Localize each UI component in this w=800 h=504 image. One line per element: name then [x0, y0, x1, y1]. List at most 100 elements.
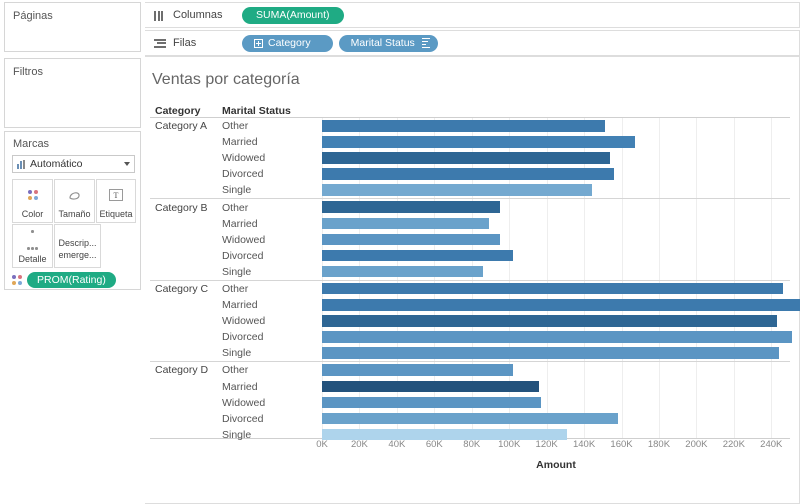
- marks-color-label: Color: [22, 210, 44, 219]
- marks-tooltip-label-line2: emerge...: [58, 251, 96, 260]
- row-header-marital-status[interactable]: Other: [222, 202, 248, 214]
- row-header-marital-status[interactable]: Widowed: [222, 315, 265, 327]
- rows-shelf[interactable]: Filas Category Marital Status: [145, 30, 800, 56]
- marks-color-encoding-pill[interactable]: PROM(Rating): [12, 272, 116, 288]
- row-header-marital-status[interactable]: Divorced: [222, 250, 263, 262]
- row-header-marital-status[interactable]: Single: [222, 184, 251, 196]
- bar-area: [322, 362, 790, 378]
- x-tick-label: 100K: [498, 439, 520, 450]
- bar-area: [322, 150, 790, 166]
- category-group: Category A Other Married Widowed Divorced Sin…: [150, 118, 790, 198]
- row-header-category[interactable]: Category A: [155, 120, 207, 132]
- row-header-marital-status[interactable]: Other: [222, 364, 248, 376]
- bar[interactable]: [322, 120, 605, 132]
- row-header-marital-status[interactable]: Divorced: [222, 413, 263, 425]
- chart-row[interactable]: Married: [150, 216, 790, 232]
- bar-area: [322, 216, 790, 232]
- bar[interactable]: [322, 299, 800, 311]
- row-header-marital-status[interactable]: Other: [222, 120, 248, 132]
- row-header-marital-status[interactable]: Divorced: [222, 331, 263, 343]
- chart-row[interactable]: Category B Other: [150, 199, 790, 215]
- row-header-category[interactable]: Category D: [155, 364, 208, 376]
- row-header-marital-status[interactable]: Divorced: [222, 168, 263, 180]
- bar[interactable]: [322, 315, 777, 327]
- row-header-marital-status[interactable]: Other: [222, 283, 248, 295]
- marks-size-button[interactable]: Tamaño: [54, 179, 95, 223]
- chart-row[interactable]: Category A Other: [150, 118, 790, 134]
- chart-row[interactable]: Single: [150, 182, 790, 198]
- columns-shelf[interactable]: Columnas SUMA(Amount): [145, 2, 800, 28]
- pages-card-title: Páginas: [13, 10, 53, 22]
- marks-detail-button[interactable]: Detalle: [12, 224, 53, 268]
- chart-row[interactable]: Divorced: [150, 411, 790, 427]
- row-header-category[interactable]: Category B: [155, 202, 208, 214]
- sort-descending-icon[interactable]: [422, 38, 430, 49]
- chart-row[interactable]: Widowed: [150, 313, 790, 329]
- bar[interactable]: [322, 266, 483, 278]
- pill-category[interactable]: Category: [242, 35, 333, 52]
- row-header-marital-status[interactable]: Widowed: [222, 397, 265, 409]
- chart-row[interactable]: Category C Other: [150, 281, 790, 297]
- bar-area: [322, 313, 790, 329]
- bar-area: [322, 134, 790, 150]
- viz-canvas: Ventas por categoría Category Marital St…: [145, 56, 800, 504]
- chart-row[interactable]: Married: [150, 379, 790, 395]
- chart-row[interactable]: Single: [150, 345, 790, 361]
- row-header-marital-status[interactable]: Married: [222, 381, 258, 393]
- chart-row[interactable]: Widowed: [150, 150, 790, 166]
- row-header-marital-status[interactable]: Widowed: [222, 234, 265, 246]
- expand-plus-icon[interactable]: [254, 39, 263, 48]
- bar[interactable]: [322, 201, 500, 213]
- bar[interactable]: [322, 331, 792, 343]
- bar[interactable]: [322, 168, 614, 180]
- bar[interactable]: [322, 152, 610, 164]
- mark-type-value: Automático: [30, 158, 83, 170]
- mark-type-dropdown[interactable]: Automático: [12, 155, 135, 173]
- chart-row[interactable]: Widowed: [150, 395, 790, 411]
- marks-label-button[interactable]: T Etiqueta: [96, 179, 136, 223]
- row-header-marital-status[interactable]: Married: [222, 299, 258, 311]
- bar-area: [322, 182, 790, 198]
- marks-color-button[interactable]: Color: [12, 179, 53, 223]
- row-header-marital-status[interactable]: Married: [222, 218, 258, 230]
- bar[interactable]: [322, 250, 513, 262]
- bar[interactable]: [322, 397, 541, 409]
- marks-card-title: Marcas: [13, 138, 49, 150]
- bar[interactable]: [322, 413, 618, 425]
- prom-rating-pill[interactable]: PROM(Rating): [27, 272, 116, 288]
- bar-area: [322, 379, 790, 395]
- chart-row[interactable]: Married: [150, 297, 790, 313]
- bar[interactable]: [322, 347, 779, 359]
- bar[interactable]: [322, 234, 500, 246]
- svg-text:T: T: [114, 191, 119, 200]
- row-header-category[interactable]: Category C: [155, 283, 208, 295]
- filters-card[interactable]: Filtros: [4, 58, 141, 128]
- chart-row[interactable]: Married: [150, 134, 790, 150]
- chart-row[interactable]: Widowed: [150, 232, 790, 248]
- x-axis: 0K20K40K60K80K100K120K140K160K180K200K22…: [150, 439, 790, 479]
- pill-suma-amount[interactable]: SUMA(Amount): [242, 7, 344, 24]
- bar[interactable]: [322, 136, 635, 148]
- bar-area: [322, 345, 790, 361]
- chart-row[interactable]: Category D Other: [150, 362, 790, 378]
- row-header-marital-status[interactable]: Single: [222, 266, 251, 278]
- row-header-marital-status[interactable]: Married: [222, 136, 258, 148]
- bar[interactable]: [322, 184, 592, 196]
- chart-row[interactable]: Divorced: [150, 166, 790, 182]
- bar[interactable]: [322, 283, 783, 295]
- page-title: Ventas por categoría: [152, 71, 300, 89]
- marks-tooltip-button[interactable]: Descrip... emerge...: [54, 224, 101, 268]
- chart-row[interactable]: Divorced: [150, 248, 790, 264]
- row-header-marital-status[interactable]: Widowed: [222, 152, 265, 164]
- bar[interactable]: [322, 218, 489, 230]
- bar-chart-plot: Category A Other Married Widowed Divorced Sin…: [150, 117, 790, 439]
- left-panel: Páginas Filtros Marcas Automático Color …: [0, 0, 145, 504]
- chart-row[interactable]: Divorced: [150, 329, 790, 345]
- pill-marital-status[interactable]: Marital Status: [339, 35, 438, 52]
- bar[interactable]: [322, 364, 513, 376]
- bar[interactable]: [322, 381, 539, 393]
- x-tick-label: 140K: [573, 439, 595, 450]
- pages-card[interactable]: Páginas: [4, 2, 141, 52]
- chart-row[interactable]: Single: [150, 264, 790, 280]
- row-header-marital-status[interactable]: Single: [222, 347, 251, 359]
